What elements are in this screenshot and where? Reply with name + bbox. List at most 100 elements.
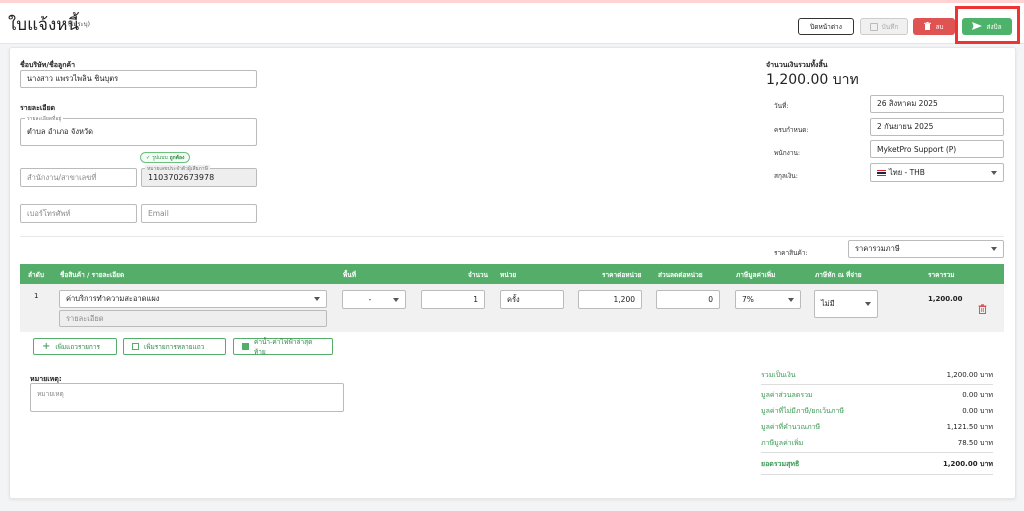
col-qty: จำนวน — [468, 271, 488, 279]
qty-field[interactable]: 1 — [421, 290, 485, 309]
net-total-label: ยอดรวมสุทธิ — [761, 460, 800, 468]
unit-value: ครั้ง — [507, 294, 520, 304]
col-total: ราคารวม — [928, 271, 955, 279]
due-date-field[interactable]: 2 กันยายน 2025 — [870, 118, 1004, 136]
chevron-down-icon — [788, 297, 794, 302]
tax-id-float-label: หมายเลขประจำตัวผู้เสียภาษี — [145, 165, 210, 173]
vat-total-label: ภาษีมูลค่าเพิ่ม — [761, 439, 804, 447]
unit-price-field[interactable]: 1,200 — [578, 290, 642, 309]
taxable-value: 1,121.50 บาท — [946, 423, 993, 431]
date-field[interactable]: 26 สิงหาคม 2025 — [870, 95, 1004, 113]
phone-field[interactable]: เบอร์โทรศัพท์ — [20, 204, 137, 223]
unit-price-value: 1,200 — [613, 295, 635, 304]
discount-field[interactable]: 0 — [656, 290, 720, 309]
col-unit-price: ราคาต่อหน่วย — [602, 271, 642, 279]
items-table-header: ลำดับ ชื่อสินค้า / รายละเอียด พื้นที่ จำ… — [20, 264, 1004, 284]
address-float-label: รายละเอียดที่อยู่ — [25, 115, 64, 123]
col-index: ลำดับ — [28, 271, 44, 279]
vat-value: 7% — [742, 295, 754, 304]
col-discount: ส่วนลดต่อหน่วย — [658, 271, 703, 279]
due-date-label: ครบกำหนด: — [774, 126, 809, 134]
product-select[interactable]: ค่าบริการทำความสะอาดแผง — [59, 290, 327, 308]
wht-select[interactable]: ไม่มี — [814, 290, 878, 318]
totals-divider — [761, 474, 993, 475]
price-type-select[interactable]: ราคารวมภาษี — [848, 240, 1004, 258]
vat-select[interactable]: 7% — [735, 290, 801, 309]
net-total-value: 1,200.00 บาท — [943, 460, 993, 468]
top-bar: ใบแจ้งหนี้ (ไม่ระบุ) ปิดหน้าต่าง บันทึก … — [0, 0, 1024, 44]
price-type-label: ราคาสินค้า: — [774, 249, 808, 257]
area-select[interactable]: - — [342, 290, 406, 309]
add-row-button[interactable]: + เพิ่มแถวรายการ — [33, 338, 117, 355]
currency-value: ไทย - THB — [889, 167, 925, 177]
col-unit: หน่วย — [500, 271, 517, 279]
delete-row-icon[interactable] — [978, 304, 987, 316]
area-value: - — [368, 295, 372, 304]
date-value: 26 สิงหาคม 2025 — [877, 99, 938, 108]
wht-value: ไม่มี — [821, 299, 835, 308]
subtotal-row: รวมเป็นเงิน 1,200.00 บาท — [761, 370, 993, 381]
verified-badge-status: ถูกต้อง — [169, 154, 185, 161]
plus-icon: + — [42, 341, 51, 352]
staff-label: พนักงาน: — [774, 149, 801, 157]
delete-button[interactable]: ลบ — [913, 18, 955, 35]
save-icon — [869, 22, 878, 31]
add-multiple-label: เพิ่มรายการหลายแถว — [144, 342, 205, 351]
phone-placeholder: เบอร์โทรศัพท์ — [27, 208, 71, 218]
add-row-label: เพิ่มแถวรายการ — [55, 342, 100, 351]
copy-icon — [132, 343, 139, 350]
table-icon — [242, 343, 249, 350]
close-window-button[interactable]: ปิดหน้าต่าง — [798, 18, 854, 35]
chevron-down-icon — [865, 302, 871, 306]
unit-field[interactable]: ครั้ง — [500, 290, 564, 309]
subtotal-value: 1,200.00 บาท — [946, 371, 993, 379]
net-total-row: ยอดรวมสุทธิ 1,200.00 บาท — [761, 459, 993, 470]
email-placeholder: Email — [148, 209, 169, 218]
detail-section-label: รายละเอียด — [20, 104, 56, 112]
section-divider — [20, 236, 1004, 237]
verified-badge: ✓ รูปแบบ ถูกต้อง — [140, 152, 191, 163]
discount-total-value: 0.00 บาท — [962, 391, 993, 399]
save-label: บันทึก — [881, 22, 899, 31]
non-taxable-row: มูลค่าที่ไม่มีภาษี/ยกเว้นภาษี 0.00 บาท — [761, 406, 993, 417]
customer-name-field[interactable]: นางสาว แพรวไพลิน ชินบุตร — [20, 70, 257, 88]
col-wht: ภาษีหัก ณ ที่จ่าย — [815, 271, 862, 279]
trash-icon — [924, 21, 932, 32]
email-field[interactable]: Email — [141, 204, 257, 223]
qty-value: 1 — [473, 295, 478, 304]
top-accent-line — [0, 0, 1024, 3]
verified-badge-text: รูปแบบ — [152, 154, 168, 161]
row-detail-field[interactable]: รายละเอียด — [59, 310, 327, 327]
discount-value: 0 — [708, 295, 713, 304]
notes-field[interactable]: หมายเหตุ — [30, 383, 344, 412]
send-button-highlight — [955, 6, 1020, 44]
staff-value: MyketPro Support (P) — [877, 144, 957, 154]
delete-label: ลบ — [935, 22, 944, 31]
thai-flag-icon — [877, 169, 886, 176]
branch-field[interactable]: สำนักงาน/สาขาเลขที่ — [20, 168, 137, 187]
tax-id-value: 1103702673978 — [148, 173, 215, 182]
utility-label: ค่าน้ำ-ค่าไฟฟ้าล่าสุดท้าย — [253, 337, 313, 356]
utility-bill-button[interactable]: ค่าน้ำ-ค่าไฟฟ้าล่าสุดท้าย — [233, 337, 333, 356]
currency-select[interactable]: ไทย - THB — [870, 163, 1004, 182]
totals-divider — [761, 384, 993, 385]
branch-placeholder: สำนักงาน/สาขาเลขที่ — [27, 172, 97, 182]
price-type-value: ราคารวมภาษี — [855, 244, 900, 253]
add-multiple-rows-button[interactable]: เพิ่มรายการหลายแถว — [123, 338, 226, 355]
close-window-label: ปิดหน้าต่าง — [810, 22, 842, 31]
row-index: 1 — [34, 292, 39, 300]
row-detail-placeholder: รายละเอียด — [66, 313, 104, 323]
due-date-value: 2 กันยายน 2025 — [877, 122, 934, 131]
product-value: ค่าบริการทำความสะอาดแผง — [66, 294, 160, 303]
address-value: ตำบล อำเภอ จังหวัด — [27, 127, 94, 136]
customer-name-value: นางสาว แพรวไพลิน ชินบุตร — [27, 74, 119, 83]
vat-total-value: 78.50 บาท — [957, 439, 993, 447]
currency-label: สกุลเงิน: — [774, 172, 798, 180]
chevron-down-icon — [991, 247, 997, 251]
grand-total-value: 1,200.00 บาท — [766, 72, 859, 88]
save-button[interactable]: บันทึก — [860, 18, 908, 35]
row-total: 1,200.00 — [928, 295, 963, 303]
notes-placeholder: หมายเหตุ — [37, 390, 64, 398]
staff-field[interactable]: MyketPro Support (P) — [870, 140, 1004, 158]
chevron-down-icon — [991, 170, 997, 175]
